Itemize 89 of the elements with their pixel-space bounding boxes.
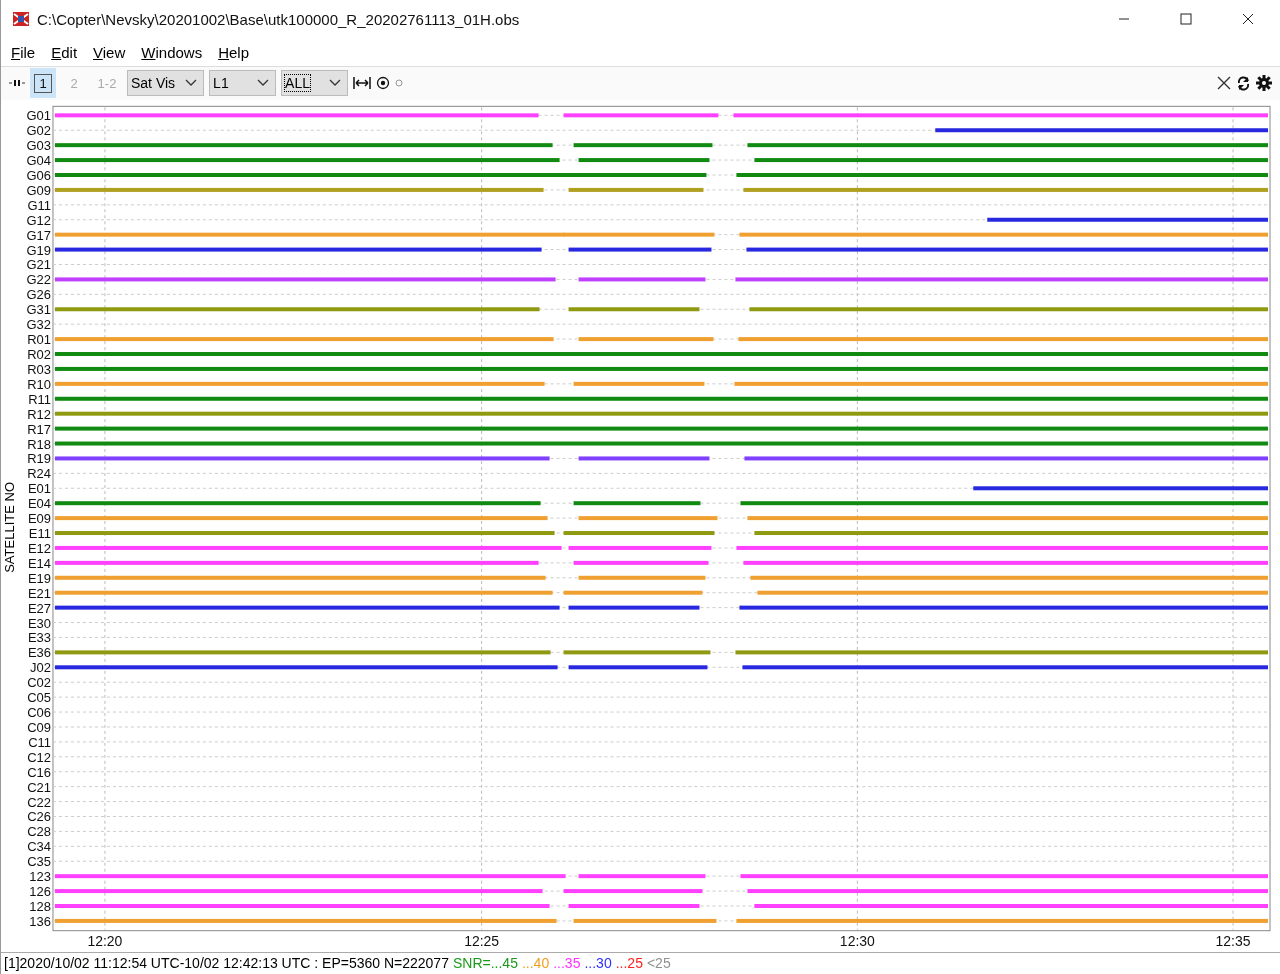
circle-icon[interactable] xyxy=(395,79,404,88)
satellite-label: J02 xyxy=(30,660,51,675)
time-tick-label: 12:20 xyxy=(87,932,123,949)
satellite-label: R03 xyxy=(27,361,51,377)
satellite-label: E36 xyxy=(27,645,51,661)
satellite-label: 126 xyxy=(29,883,51,899)
satellite-label: C35 xyxy=(27,853,51,869)
satellite-label: E30 xyxy=(27,615,51,631)
satellite-label: C12 xyxy=(27,749,51,765)
menu-item[interactable]: Help xyxy=(218,43,250,61)
satellite-label: C21 xyxy=(27,779,51,795)
dropdown[interactable]: L1 xyxy=(209,70,277,97)
satellite-label: G32 xyxy=(26,316,51,332)
satellite-label: R10 xyxy=(27,376,51,392)
maximize-icon[interactable] xyxy=(1180,13,1192,26)
settings-icon[interactable] xyxy=(1256,75,1272,92)
satellite-label: R01 xyxy=(27,331,51,347)
menu-item[interactable]: View xyxy=(93,43,126,61)
dropdown[interactable]: Sat Vis xyxy=(127,70,205,97)
satellite-label: G04 xyxy=(26,152,51,168)
chevron-down-icon xyxy=(185,79,198,88)
satellite-label: E11 xyxy=(28,525,51,541)
satellite-label: E19 xyxy=(27,570,51,586)
satellite-label: G06 xyxy=(26,167,51,183)
satellite-label: C22 xyxy=(27,794,51,810)
satellite-label: R18 xyxy=(27,436,51,452)
snr-legend-item: <25 xyxy=(646,955,671,972)
satellite-label: E33 xyxy=(27,630,51,646)
satellite-label: G21 xyxy=(26,257,51,273)
chevron-down-icon xyxy=(257,79,270,88)
snr-legend-item: ...40 xyxy=(521,955,550,972)
snr-legend-item: ...25 xyxy=(615,955,643,972)
satellite-label: C26 xyxy=(27,809,51,825)
pause-icon[interactable] xyxy=(9,78,25,89)
satellite-label: R17 xyxy=(27,421,51,437)
menu-item[interactable]: Windows xyxy=(141,43,203,61)
satellite-label: E12 xyxy=(27,540,51,556)
close-icon[interactable] xyxy=(1242,13,1254,26)
satellite-label: C02 xyxy=(27,674,51,690)
satellite-label: E01 xyxy=(27,481,51,496)
satellite-label: G11 xyxy=(27,197,51,213)
frequency-button[interactable]: 1 xyxy=(30,68,56,99)
satellite-label: C09 xyxy=(27,719,51,735)
satellite-label: R19 xyxy=(27,451,51,467)
time-tick-label: 12:35 xyxy=(1215,932,1251,949)
close-icon[interactable] xyxy=(1217,76,1231,91)
satellite-label: G26 xyxy=(26,287,51,303)
satellite-label: C34 xyxy=(27,839,51,854)
satellite-label: G17 xyxy=(26,227,51,243)
satellite-label: E21 xyxy=(27,585,51,601)
satellite-label: G22 xyxy=(26,272,51,288)
satellite-label: 128 xyxy=(29,898,51,914)
satellite-label: R24 xyxy=(27,466,51,482)
snr-legend-item: ...35 xyxy=(553,955,581,972)
satellite-label: G09 xyxy=(26,182,51,198)
axis-label: SATELLITE NO xyxy=(2,482,18,574)
satellite-label: G12 xyxy=(26,212,51,228)
time-tick-label: 12:30 xyxy=(839,932,875,949)
satellite-label: C16 xyxy=(27,764,51,780)
snr-legend-item: SNR=...45 xyxy=(452,955,518,972)
satellite-label: G19 xyxy=(26,242,51,258)
satellite-label: G02 xyxy=(26,122,51,138)
menu-item[interactable]: Edit xyxy=(51,43,78,61)
menu-item[interactable]: File xyxy=(11,43,36,61)
satellite-label: C05 xyxy=(27,689,51,705)
satellite-label: E14 xyxy=(27,555,51,571)
satellite-label: E04 xyxy=(27,495,51,511)
time-tick-label: 12:25 xyxy=(464,932,500,949)
satellite-label: E27 xyxy=(27,600,51,616)
fit-width-icon[interactable] xyxy=(353,76,372,91)
satellite-label: C06 xyxy=(27,704,51,720)
satellite-label: C11 xyxy=(28,734,51,750)
satellite-label: E09 xyxy=(27,510,51,526)
satellite-label: G31 xyxy=(26,301,51,317)
satellite-label: R02 xyxy=(27,346,51,362)
satellite-label: R12 xyxy=(27,406,51,422)
chevron-down-icon xyxy=(329,79,342,88)
satellite-label: C28 xyxy=(27,824,51,840)
target-icon[interactable] xyxy=(376,76,391,91)
satellite-label: G01 xyxy=(26,108,51,123)
refresh-icon[interactable] xyxy=(1236,75,1251,91)
status-text: [1]2020/10/02 11:12:54 UTC-10/02 12:42:13 UTC : EP=5360 N=222077 xyxy=(4,955,449,972)
window-title: C:\Copter\Nevsky\20201002\Base\utk100000_R_20202761113_01H.obs xyxy=(37,10,520,28)
dropdown[interactable]: ALL xyxy=(281,70,349,97)
snr-legend-item: ...30 xyxy=(584,955,612,972)
satellite-label: G03 xyxy=(26,137,51,153)
satellite-label: R11 xyxy=(28,391,51,407)
satellite-label: 136 xyxy=(29,913,51,929)
satellite-label: 123 xyxy=(29,868,51,884)
